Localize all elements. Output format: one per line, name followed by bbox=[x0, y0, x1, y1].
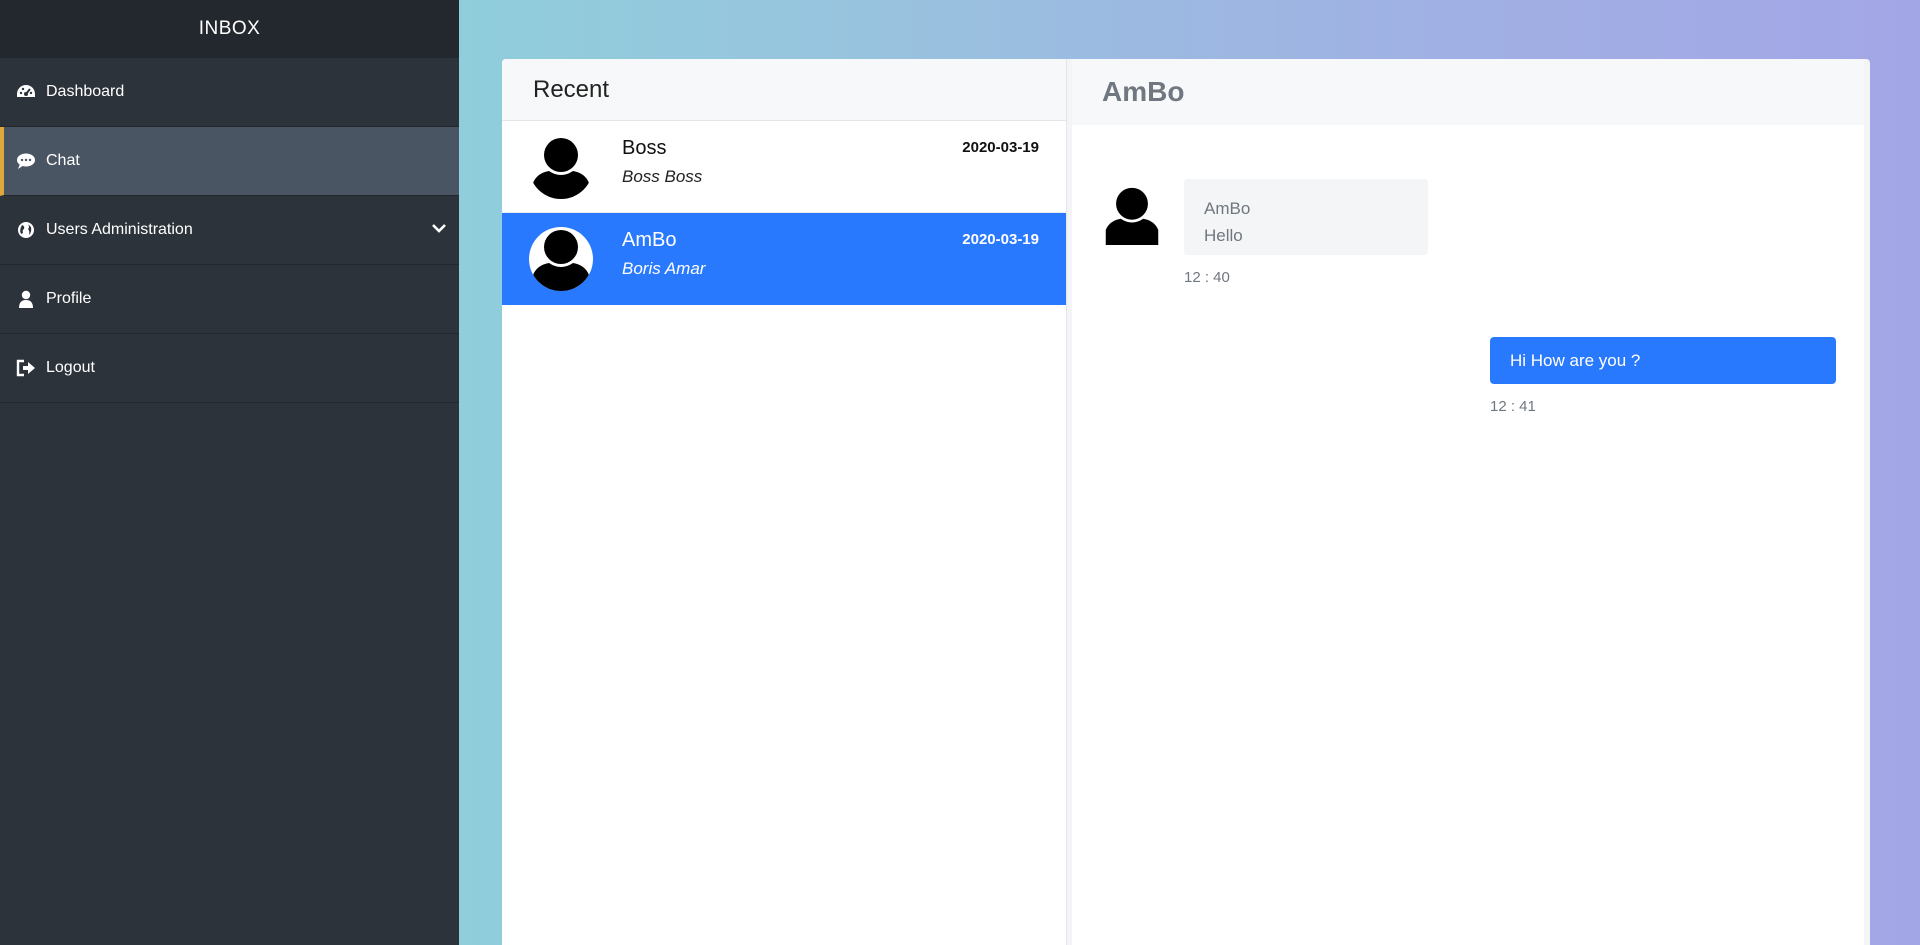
conversation-full-name: Boris Amar bbox=[622, 259, 706, 278]
outgoing-message: Hi How are you ? 12 : 41 bbox=[1490, 337, 1836, 415]
sidebar-item-logout[interactable]: Logout bbox=[0, 334, 459, 403]
conversation-date: 2020-03-19 bbox=[962, 231, 1039, 248]
avatar bbox=[529, 135, 593, 199]
sidebar-item-label: Logout bbox=[46, 359, 95, 376]
message-time: 12 : 41 bbox=[1490, 398, 1536, 415]
conversation-name: AmBo bbox=[622, 229, 677, 251]
conversation-name: Boss bbox=[622, 137, 667, 159]
sign-out-icon bbox=[16, 358, 36, 378]
avatar bbox=[529, 227, 593, 291]
chat-title: AmBo bbox=[1072, 59, 1864, 125]
sidebar-item-chat[interactable]: Chat bbox=[0, 127, 459, 196]
conversation-item-boss[interactable]: Boss Boss Boss 2020-03-19 bbox=[502, 121, 1066, 213]
conversation-date: 2020-03-19 bbox=[962, 139, 1039, 156]
user-icon bbox=[16, 289, 36, 309]
sidebar-item-label: Chat bbox=[46, 152, 80, 169]
conversation-full-name: Boss Boss bbox=[622, 167, 703, 186]
sidebar-item-label: Users Administration bbox=[46, 221, 193, 238]
message-text: Hello bbox=[1204, 226, 1243, 245]
sidebar-item-label: Dashboard bbox=[46, 83, 125, 100]
chevron-down-icon[interactable] bbox=[431, 220, 447, 236]
sidebar-item-label: Profile bbox=[46, 290, 92, 307]
sidebar-item-dashboard[interactable]: Dashboard bbox=[0, 58, 459, 127]
sidebar-item-profile[interactable]: Profile bbox=[0, 265, 459, 334]
sidebar: INBOX Dashboard Chat Users Administratio… bbox=[0, 0, 459, 945]
sidebar-title: INBOX bbox=[0, 0, 459, 58]
user-avatar-icon bbox=[533, 230, 589, 291]
message-text: Hi How are you ? bbox=[1510, 350, 1641, 370]
message-bubble: Hi How are you ? bbox=[1490, 337, 1836, 384]
message-sender: AmBo bbox=[1204, 199, 1251, 218]
sidebar-item-users-administration[interactable]: Users Administration bbox=[0, 196, 459, 265]
chat-bubble-icon bbox=[16, 151, 36, 171]
chat-pane: AmBo AmBo Hello 12 : 40 Hi How are you ?… bbox=[1072, 59, 1864, 945]
user-avatar-icon bbox=[1105, 187, 1159, 245]
message-time: 12 : 40 bbox=[1184, 269, 1230, 286]
message-bubble: AmBo Hello bbox=[1184, 179, 1428, 255]
recent-conversations-pane: Recent Boss Boss Boss 2020-03-19 AmBo Bo… bbox=[502, 59, 1067, 945]
conversation-item-ambo[interactable]: AmBo Boris Amar 2020-03-19 bbox=[502, 213, 1066, 305]
globe-icon bbox=[16, 220, 36, 240]
recent-title: Recent bbox=[502, 59, 1066, 121]
avatar bbox=[1102, 185, 1162, 245]
user-avatar-icon bbox=[533, 138, 589, 199]
chat-card: Recent Boss Boss Boss 2020-03-19 AmBo Bo… bbox=[502, 59, 1870, 945]
dashboard-gauge-icon bbox=[16, 82, 36, 102]
